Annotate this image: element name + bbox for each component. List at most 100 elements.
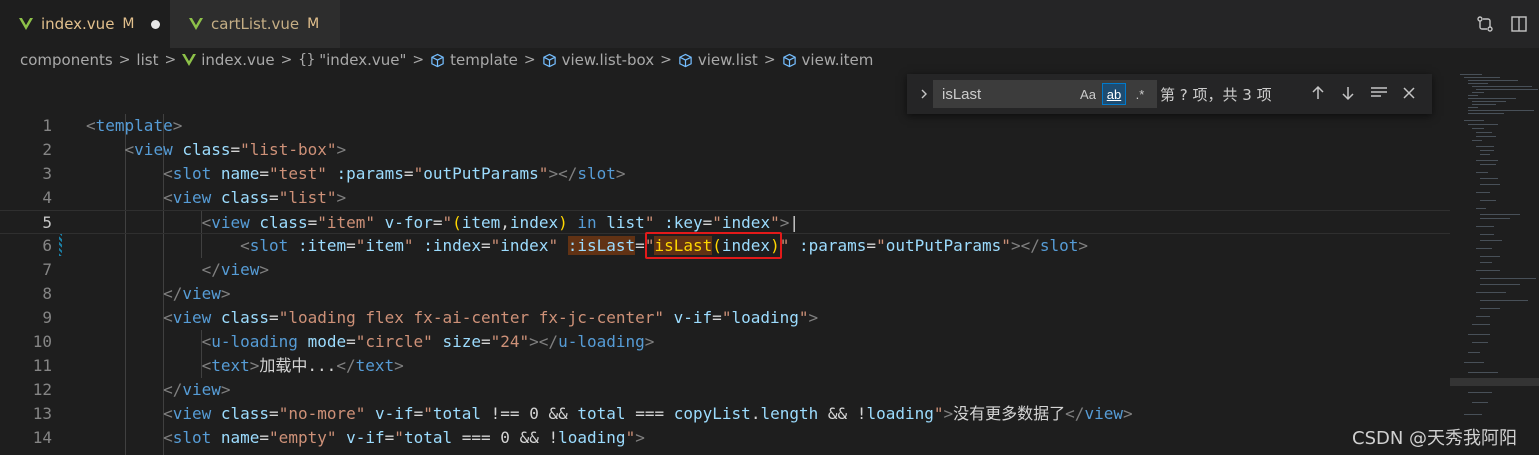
breadcrumb-template[interactable]: template	[430, 51, 518, 69]
whole-word-icon: ab	[1106, 86, 1122, 102]
annotation-highlight-box	[645, 232, 782, 259]
breadcrumb-separator: >	[164, 52, 177, 68]
breadcrumb-separator: >	[660, 52, 672, 68]
minimap[interactable]	[1450, 72, 1539, 455]
line-content: <view class="list">	[163, 188, 347, 207]
line-content: </view>	[163, 380, 231, 399]
close-icon	[1403, 87, 1415, 99]
git-compare-icon	[1477, 16, 1493, 32]
braces-icon: {}	[298, 52, 316, 68]
breadcrumb-separator: >	[523, 52, 536, 68]
code-line[interactable]: 11 <text>加载中...</text>	[0, 354, 1450, 378]
code-line-current[interactable]: 5 <view class="item" v-for="(item,index)…	[0, 210, 1450, 234]
line-number: 6	[42, 236, 52, 255]
open-changes-button[interactable]	[1471, 10, 1499, 38]
split-editor-button[interactable]	[1505, 10, 1533, 38]
code-line[interactable]: 10 <u-loading mode="circle" size="24"></…	[0, 330, 1450, 354]
breadcrumb-label: template	[450, 51, 518, 69]
tab-cartlist-vue[interactable]: cartList.vue M	[170, 0, 340, 48]
code-editor[interactable]: 1 <template> 2 <view class="list-box"> 3 …	[0, 114, 1450, 455]
line-number: 4	[42, 188, 52, 207]
breadcrumb-view-list[interactable]: view.list	[678, 51, 758, 69]
line-content: <slot :item="item" :index="index" :isLas…	[240, 236, 1089, 255]
line-number: 8	[42, 284, 52, 303]
breadcrumb-label: "index.vue"	[319, 51, 407, 69]
breadcrumb: components > list > index.vue > {} "inde…	[0, 48, 1539, 72]
breadcrumb-label: index.vue	[201, 51, 275, 69]
cube-icon	[678, 53, 693, 68]
code-line[interactable]: 3 <slot name="test" :params="outPutParam…	[0, 162, 1450, 186]
code-line[interactable]: 4 <view class="list">	[0, 186, 1450, 210]
chevron-right-icon	[921, 89, 927, 99]
tab-filename: index.vue	[41, 15, 115, 33]
line-content: </view>	[163, 284, 231, 303]
vue-file-icon	[19, 18, 33, 30]
watermark: CSDN @天秀我阿阳	[1352, 428, 1518, 449]
line-number: 11	[32, 356, 52, 375]
breadcrumb-separator: >	[412, 52, 425, 68]
code-line[interactable]: 2 <view class="list-box">	[0, 138, 1450, 162]
match-case-toggle[interactable]: Aa	[1076, 83, 1100, 105]
breadcrumb-separator: >	[118, 52, 131, 68]
code-line[interactable]: 1 <template>	[0, 114, 1450, 138]
regex-toggle[interactable]: .*	[1128, 83, 1152, 105]
find-widget: isLast Aa ab .* 第 ? 项，共 3 项	[907, 74, 1432, 114]
breadcrumb-label: view.list	[697, 51, 758, 69]
toggle-replace-button[interactable]	[915, 88, 933, 100]
next-match-button[interactable]	[1336, 81, 1360, 105]
breadcrumb-view-list-box[interactable]: view.list-box	[542, 51, 655, 69]
line-content: <u-loading mode="circle" size="24"></u-l…	[201, 332, 655, 351]
line-content: <view class="list-box">	[124, 140, 347, 159]
breadcrumb-view-item[interactable]: view.item	[782, 51, 874, 69]
tab-index-vue[interactable]: index.vue M	[0, 0, 170, 48]
find-query: isLast	[942, 85, 982, 103]
line-content: <slot name="test" :params="outPutParams"…	[163, 164, 626, 183]
line-number: 2	[42, 140, 52, 159]
line-number: 13	[32, 404, 52, 423]
breadcrumb-separator: >	[763, 52, 776, 68]
code-line[interactable]: 13 <view class="no-more" v-if="total !==…	[0, 402, 1450, 426]
line-number: 7	[42, 260, 52, 279]
list-selection-icon	[1371, 87, 1387, 97]
close-find-button[interactable]	[1397, 81, 1421, 105]
cube-icon	[430, 53, 445, 68]
previous-match-button[interactable]	[1306, 81, 1330, 105]
line-content: <view class="loading flex fx-ai-center f…	[163, 308, 819, 327]
code-line[interactable]: 9 <view class="loading flex fx-ai-center…	[0, 306, 1450, 330]
minimap-viewport-slider[interactable]	[1450, 378, 1539, 386]
code-line[interactable]: 7 </view>	[0, 258, 1450, 282]
arrow-down-icon	[1342, 87, 1354, 101]
breadcrumb-module[interactable]: {} "index.vue"	[298, 51, 406, 69]
line-number: 9	[42, 308, 52, 327]
code-line[interactable]: 8 </view>	[0, 282, 1450, 306]
breadcrumb-list[interactable]: list	[136, 51, 158, 69]
breadcrumb-separator: >	[280, 52, 293, 68]
breadcrumb-components[interactable]: components	[20, 51, 113, 69]
whole-word-toggle[interactable]: ab	[1102, 83, 1126, 105]
line-content: <template>	[86, 116, 183, 135]
editor-actions	[1471, 0, 1539, 48]
find-in-selection-button[interactable]	[1367, 81, 1391, 105]
line-content: <view class="no-more" v-if="total !== 0 …	[163, 404, 1133, 423]
line-number: 14	[32, 428, 52, 447]
arrow-up-icon	[1312, 85, 1324, 99]
modified-indicator: M	[307, 16, 320, 32]
vue-file-icon	[182, 54, 197, 66]
code-line[interactable]: 12 </view>	[0, 378, 1450, 402]
line-number: 12	[32, 380, 52, 399]
code-line[interactable]: 14 <slot name="empty" v-if="total === 0 …	[0, 426, 1450, 450]
breadcrumb-file[interactable]: index.vue	[182, 51, 275, 69]
line-number: 5	[42, 213, 52, 232]
line-content: </view>	[201, 260, 270, 279]
modified-indicator: M	[122, 16, 135, 32]
unsaved-dot-icon[interactable]	[150, 19, 160, 29]
line-number: 10	[32, 332, 52, 351]
line-content: <slot name="empty" v-if="total === 0 && …	[163, 428, 645, 447]
breadcrumb-label: view.list-box	[561, 51, 655, 69]
line-number: 3	[42, 164, 52, 183]
cube-icon	[542, 53, 557, 68]
minimap-content	[1460, 74, 1538, 415]
breadcrumb-label: view.item	[801, 51, 874, 69]
find-input[interactable]: isLast Aa ab .*	[933, 80, 1157, 108]
tab-bar: index.vue M cartList.vue M	[0, 0, 1539, 48]
